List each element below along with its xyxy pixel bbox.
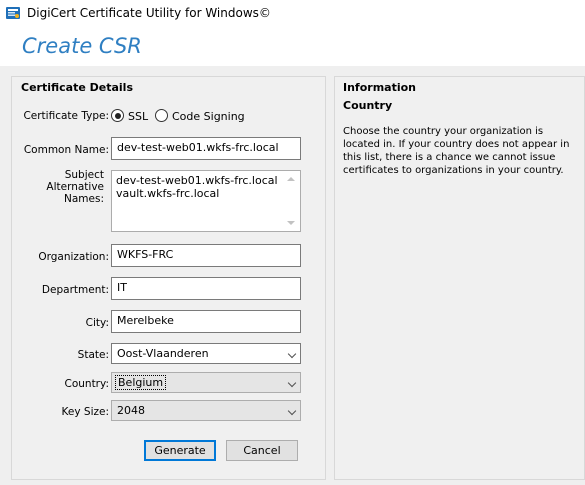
chevron-down-icon (287, 406, 297, 416)
san-label: Subject Alternative Names: (46, 169, 104, 205)
key-size-select-value: 2048 (117, 404, 145, 417)
san-line: vault.wkfs-frc.local (116, 187, 220, 200)
ssl-radio[interactable] (111, 109, 124, 122)
certificate-details-panel: Certificate Details Certificate Type: SS… (11, 76, 326, 480)
common-name-label: Common Name: (23, 144, 109, 156)
department-label: Department: (41, 284, 109, 296)
country-dropdown-button[interactable] (282, 373, 300, 392)
common-name-input[interactable]: dev-test-web01.wkfs-frc.local (111, 137, 301, 160)
state-label: State: (77, 349, 109, 361)
radio-selected-dot (114, 112, 121, 119)
scroll-up-icon[interactable] (287, 177, 295, 181)
state-select[interactable]: Oost-Vlaanderen (111, 343, 301, 364)
department-input[interactable]: IT (111, 277, 301, 300)
san-textarea[interactable]: dev-test-web01.wkfs-frc.local vault.wkfs… (111, 170, 301, 232)
key-size-select[interactable]: 2048 (111, 400, 301, 421)
chevron-down-icon (287, 378, 297, 388)
information-panel: Information Country Choose the country y… (334, 76, 585, 480)
city-label: City: (85, 317, 109, 329)
organization-input[interactable]: WKFS-FRC (111, 244, 301, 267)
window-title: DigiCert Certificate Utility for Windows… (27, 6, 271, 20)
digicert-app-icon (6, 7, 20, 19)
scroll-down-icon[interactable] (287, 221, 295, 225)
state-select-value: Oost-Vlaanderen (117, 347, 209, 360)
generate-button[interactable]: Generate (144, 440, 216, 461)
page-title: Create CSR (22, 34, 142, 58)
information-text: Choose the country your organization is … (343, 126, 570, 176)
information-title: Information (343, 81, 416, 94)
title-bar: DigiCert Certificate Utility for Windows… (0, 0, 585, 28)
city-input[interactable]: Merelbeke (111, 310, 301, 333)
key-size-dropdown-button[interactable] (282, 401, 300, 420)
country-select[interactable]: Belgium (111, 372, 301, 393)
content-area: Certificate Details Certificate Type: SS… (0, 66, 585, 485)
cancel-button[interactable]: Cancel (226, 440, 298, 461)
organization-label: Organization: (38, 251, 109, 263)
san-scrollbar[interactable] (284, 171, 300, 231)
country-label: Country: (64, 378, 110, 390)
certificate-details-title: Certificate Details (21, 81, 133, 94)
key-size-label: Key Size: (61, 406, 109, 418)
certificate-type-label: Certificate Type: (23, 110, 109, 122)
state-dropdown-button[interactable] (282, 344, 300, 363)
chevron-down-icon (287, 349, 297, 359)
page-header: Create CSR (0, 28, 585, 66)
code-signing-radio-label[interactable]: Code Signing (172, 110, 245, 123)
san-line: dev-test-web01.wkfs-frc.local (116, 174, 278, 187)
ssl-radio-label[interactable]: SSL (128, 110, 148, 123)
country-select-value: Belgium (115, 375, 167, 390)
code-signing-radio[interactable] (155, 109, 168, 122)
information-subtitle: Country (343, 99, 393, 112)
